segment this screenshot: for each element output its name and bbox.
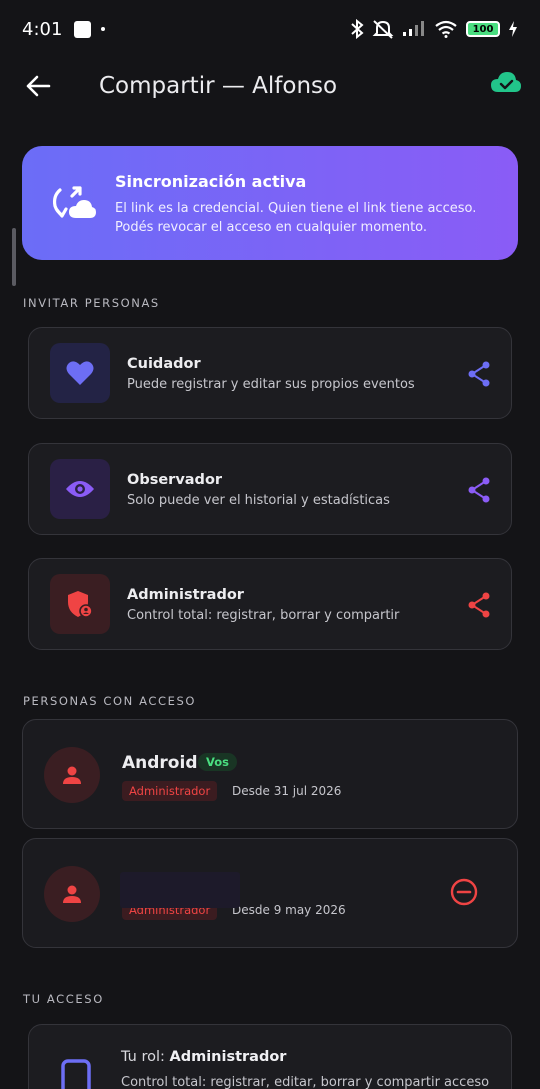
invite-role-title: Cuidador <box>127 356 201 372</box>
avatar <box>44 747 100 803</box>
your-role-description: Control total: registrar, editar, borrar… <box>121 1075 490 1089</box>
share-button[interactable] <box>467 592 491 622</box>
page-title: Compartir — Alfonso <box>99 73 338 99</box>
remove-circle-icon <box>450 878 478 906</box>
share-icon <box>468 592 490 618</box>
person-card: Administrador Desde 9 may 2026 <box>22 838 518 948</box>
back-button[interactable] <box>18 66 58 106</box>
section-your-access-label: TU ACCESO <box>23 992 104 1006</box>
battery-icon: 100 <box>466 21 500 37</box>
signal-icon <box>403 21 424 36</box>
self-badge: Vos <box>198 753 238 771</box>
wifi-icon <box>435 20 457 38</box>
banner-line-1: El link es la credencial. Quien tiene el… <box>115 201 477 216</box>
person-card: Android Vos Administrador Desde 31 jul 2… <box>22 719 518 829</box>
role-icon-box <box>50 459 110 519</box>
heart-icon <box>66 361 94 385</box>
access-since: Desde 31 jul 2026 <box>232 784 342 798</box>
banner-title: Sincronización activa <box>115 172 307 191</box>
sync-status-button[interactable] <box>490 70 522 98</box>
scrollbar[interactable] <box>12 228 16 286</box>
role-icon-box <box>50 343 110 403</box>
person-icon <box>63 885 81 903</box>
person-icon <box>63 766 81 784</box>
role-icon-box <box>50 574 110 634</box>
more-notifications-icon <box>101 27 106 31</box>
invite-card-observador[interactable]: Observador Solo puede ver el historial y… <box>28 443 512 535</box>
cloud-sync-icon <box>52 186 96 218</box>
bluetooth-icon <box>351 19 364 39</box>
cloud-done-icon <box>491 72 521 92</box>
share-button[interactable] <box>467 361 491 391</box>
role-badge: Administrador <box>122 781 218 801</box>
charging-icon <box>509 21 517 37</box>
share-icon <box>468 361 490 387</box>
mute-icon <box>372 20 394 39</box>
invite-role-subtitle: Solo puede ver el historial y estadístic… <box>127 493 390 508</box>
sync-banner: Sincronización activa El link es la cred… <box>22 146 518 260</box>
section-invite-label: INVITAR PERSONAS <box>23 296 160 310</box>
invite-role-title: Administrador <box>127 587 244 603</box>
arrow-left-icon <box>26 75 51 97</box>
admin-shield-icon <box>68 591 93 618</box>
notification-icon <box>74 20 92 38</box>
your-role-prefix: Tu rol: <box>121 1049 165 1065</box>
app-bar: Compartir — Alfonso <box>0 58 540 114</box>
invite-role-subtitle: Puede registrar y editar sus propios eve… <box>127 377 415 392</box>
status-time: 4:01 <box>22 18 63 40</box>
share-button[interactable] <box>467 477 491 507</box>
invite-card-cuidador[interactable]: Cuidador Puede registrar y editar sus pr… <box>28 327 512 419</box>
eye-icon <box>66 481 94 497</box>
revoke-access-button[interactable] <box>450 878 478 910</box>
banner-line-2: Podés revocar el acceso en cualquier mom… <box>115 220 428 235</box>
your-role-card: Tu rol: Administrador Control total: reg… <box>28 1024 512 1089</box>
redacted-name <box>120 872 240 908</box>
person-name: Android <box>122 753 198 773</box>
section-people-label: PERSONAS CON ACCESO <box>23 694 197 708</box>
avatar <box>44 866 100 922</box>
phone-icon <box>61 1059 91 1089</box>
invite-role-title: Observador <box>127 472 223 488</box>
access-since: Desde 9 may 2026 <box>232 903 346 917</box>
your-role-line: Tu rol: Administrador <box>121 1049 286 1065</box>
share-icon <box>468 477 490 503</box>
status-bar: 4:01 100 <box>0 0 540 58</box>
invite-card-administrador[interactable]: Administrador Control total: registrar, … <box>28 558 512 650</box>
invite-role-subtitle: Control total: registrar, borrar y compa… <box>127 608 400 623</box>
your-role-value: Administrador <box>169 1049 287 1065</box>
